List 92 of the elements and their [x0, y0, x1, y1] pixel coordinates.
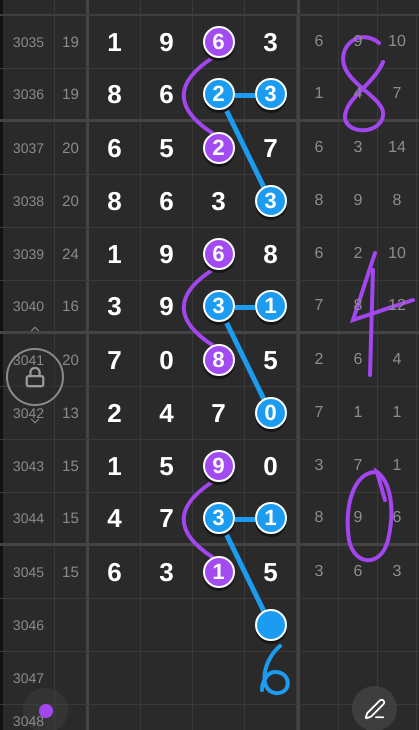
sum-value: 20 [62, 352, 79, 368]
digit: 7 [159, 505, 174, 531]
stat-value: 9 [354, 193, 362, 209]
stat-value: 7 [314, 405, 324, 421]
stat-value: 1 [392, 458, 402, 474]
sum-value: 15 [62, 458, 79, 474]
stat-value: 3 [354, 140, 362, 156]
issue-number: 3043 [12, 459, 44, 473]
sum-value: 20 [62, 140, 79, 156]
digit: 2 [107, 400, 122, 426]
digit: 8 [263, 241, 278, 267]
digit: 3 [263, 29, 278, 55]
digit: 3 [211, 188, 226, 214]
issue-number: 3035 [12, 35, 44, 49]
stat-value: 4 [392, 352, 402, 368]
ink-stroke [260, 644, 290, 695]
connector-line [235, 517, 255, 522]
digit: 1 [107, 241, 122, 267]
sum-value: 15 [62, 564, 79, 580]
sum-value: 13 [62, 406, 79, 420]
digit: 6 [159, 188, 174, 214]
issue-number: 3037 [12, 141, 44, 155]
digit: 6 [107, 559, 122, 585]
digit: 5 [159, 453, 174, 479]
stat-value: 10 [388, 34, 406, 50]
stat-value: 1 [392, 405, 402, 421]
stat-value: 8 [314, 193, 324, 209]
digit: 7 [263, 135, 278, 161]
issue-number: 3046 [12, 618, 44, 632]
digit: 9 [159, 293, 174, 319]
pen-button[interactable] [352, 686, 397, 730]
sum-value: 20 [62, 194, 79, 208]
issue-number: 3044 [12, 511, 44, 525]
stat-value: 7 [314, 298, 324, 314]
stat-value: 6 [354, 564, 362, 580]
stat-value: 6 [392, 510, 402, 526]
pen-icon [364, 698, 386, 720]
digit: 4 [107, 505, 122, 531]
stat-value: 1 [354, 405, 362, 421]
digit: 6 [107, 135, 122, 161]
digit: 8 [107, 188, 122, 214]
stat-value: 8 [392, 193, 402, 209]
digit: 3 [159, 559, 174, 585]
digit: 1 [107, 453, 122, 479]
digit: 5 [263, 559, 278, 585]
digit: 9 [159, 29, 174, 55]
lock-icon [24, 366, 46, 388]
stat-value: 3 [314, 458, 324, 474]
sum-value: 15 [62, 510, 79, 526]
issue-number: 3045 [12, 565, 44, 579]
stat-value: 2 [354, 246, 362, 262]
stat-value: 2 [314, 352, 324, 368]
digit: 5 [263, 347, 278, 373]
sum-value: 16 [62, 298, 79, 314]
digit: 7 [211, 400, 226, 426]
stat-value: 6 [314, 34, 324, 50]
digit: 3 [107, 293, 122, 319]
digit: 0 [263, 453, 278, 479]
digit: 0 [159, 347, 174, 373]
sum-value: 19 [62, 34, 79, 50]
stat-value: 6 [314, 140, 324, 156]
stat-value: 8 [314, 510, 324, 526]
digit: 7 [107, 347, 122, 373]
stat-value: 12 [388, 298, 406, 314]
stat-value: 7 [392, 86, 402, 102]
issue-number: 3039 [12, 247, 44, 261]
stat-value: 3 [314, 564, 324, 580]
stat-value: 6 [314, 246, 324, 262]
digit: 8 [107, 81, 122, 107]
connector-line [235, 305, 255, 310]
digit: 5 [159, 135, 174, 161]
connector-line [235, 93, 255, 98]
issue-number: 3042 [12, 406, 44, 420]
sum-value: 24 [62, 246, 79, 262]
digit: 1 [107, 29, 122, 55]
stat-value: 14 [388, 140, 406, 156]
digit: 9 [159, 241, 174, 267]
stat-value: 3 [392, 564, 402, 580]
issue-number: 3041 [12, 353, 44, 367]
stat-value: 9 [354, 510, 362, 526]
issue-number: 3040 [12, 299, 44, 313]
issue-number: 3038 [12, 194, 44, 208]
issue-number: 3036 [12, 87, 44, 101]
stat-value: 6 [354, 352, 362, 368]
issue-number: 3048 [12, 714, 44, 728]
stat-value: 1 [314, 86, 324, 102]
issue-number: 3047 [12, 671, 44, 685]
stat-value: 7 [354, 458, 362, 474]
sum-value: 19 [62, 86, 79, 102]
digit: 4 [159, 400, 174, 426]
stat-value: 10 [388, 246, 406, 262]
digit: 6 [159, 81, 174, 107]
